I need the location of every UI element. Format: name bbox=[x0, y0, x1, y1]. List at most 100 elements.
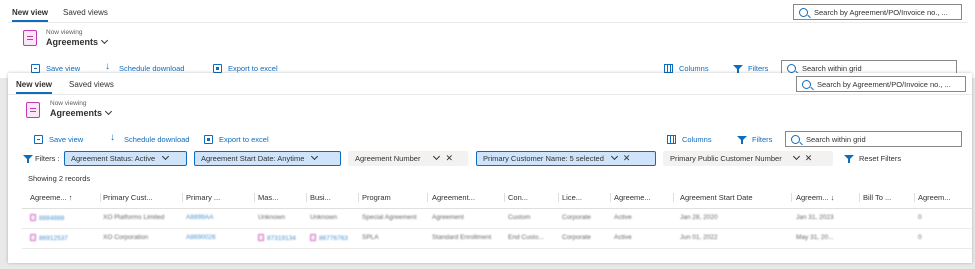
row2-business[interactable]: 86776763 bbox=[310, 234, 358, 242]
filters-label: Filters bbox=[752, 135, 773, 144]
outer-export-excel-button[interactable]: Export to excel bbox=[213, 64, 278, 73]
col-header-agreement-status[interactable]: Agreeme... bbox=[614, 193, 674, 202]
col-header-contract[interactable]: Con... bbox=[508, 193, 559, 202]
filter-pill-primary-public-customer-number[interactable]: Primary Public Customer Number ✕ bbox=[663, 151, 833, 166]
col-header-agreement-type[interactable]: Agreement... bbox=[432, 193, 505, 202]
search-icon bbox=[799, 7, 808, 17]
grid-search[interactable]: Search within grid bbox=[785, 131, 962, 147]
outer-view-selector[interactable]: Agreements bbox=[46, 36, 109, 47]
excel-icon bbox=[213, 64, 222, 73]
col-header-label: Busi... bbox=[310, 193, 331, 202]
outer-global-search-placeholder: Search by Agreement/PO/Invoice no., ... bbox=[814, 7, 948, 17]
outer-schedule-download-button[interactable]: Schedule download bbox=[104, 61, 185, 73]
row2-primary-number[interactable]: A8690026 bbox=[186, 234, 254, 241]
outer-grid-search-placeholder: Search within grid bbox=[802, 63, 862, 73]
outer-global-search[interactable]: Search by Agreement/PO/Invoice no., ... bbox=[793, 4, 962, 20]
close-icon[interactable]: ✕ bbox=[623, 153, 631, 164]
row2-agreement-number[interactable]: 86912537 bbox=[30, 234, 100, 242]
outer-schedule-download-label: Schedule download bbox=[119, 64, 185, 73]
col-header-primary-number[interactable]: Primary ... bbox=[186, 193, 255, 202]
col-header-label: Program bbox=[362, 193, 391, 202]
now-viewing: Now viewing bbox=[50, 100, 87, 107]
row1-extra: 0 bbox=[918, 214, 922, 221]
outer-filters-button[interactable]: Filters bbox=[733, 64, 768, 73]
col-header-business[interactable]: Busi... bbox=[310, 193, 359, 202]
global-search[interactable]: Search by Agreement/PO/Invoice no., ... bbox=[796, 76, 966, 92]
outer-now-viewing: Now viewing bbox=[46, 29, 83, 36]
col-header-label: Agreem... ↓ bbox=[796, 193, 835, 202]
global-search-placeholder: Search by Agreement/PO/Invoice no., ... bbox=[817, 79, 951, 89]
filter-icon bbox=[23, 154, 33, 163]
reset-filter-icon bbox=[844, 154, 854, 163]
outer-tab-new-view[interactable]: New view bbox=[12, 8, 49, 22]
agreements-doc-icon bbox=[23, 30, 37, 46]
columns-icon bbox=[664, 64, 673, 73]
row1-start-date: Jan 28, 2020 bbox=[680, 214, 718, 221]
export-excel-label: Export to excel bbox=[219, 135, 269, 144]
outer-save-view-label: Save view bbox=[46, 64, 81, 73]
filters-button[interactable]: Filters bbox=[737, 135, 772, 144]
col-header-agreement-number[interactable]: Agreeme... ↑ bbox=[30, 193, 101, 202]
filter-pill-agreement-status[interactable]: Agreement Status: Active bbox=[64, 151, 187, 166]
search-icon bbox=[787, 63, 796, 73]
chevron-down-icon bbox=[104, 107, 113, 116]
col-header-label: Agreement Start Date bbox=[680, 193, 753, 202]
col-header-label: Primary ... bbox=[186, 193, 221, 202]
reset-filters-button[interactable]: Reset Filters bbox=[844, 154, 901, 163]
row2-end-date: May 31, 20... bbox=[796, 234, 834, 241]
view-selector[interactable]: Agreements bbox=[50, 107, 113, 118]
col-header-label: Mas... bbox=[258, 193, 279, 202]
columns-button[interactable]: Columns bbox=[667, 135, 712, 144]
row-divider bbox=[22, 228, 972, 229]
outer-tab-saved-views[interactable]: Saved views bbox=[63, 8, 108, 17]
save-icon bbox=[34, 135, 43, 144]
save-icon bbox=[31, 64, 40, 73]
row-divider bbox=[22, 248, 972, 249]
inner-panel: New view Saved views Search by Agreement… bbox=[8, 73, 972, 263]
filters-bar-text: Filters : bbox=[35, 154, 60, 163]
row2-agreement-number-text: 86912537 bbox=[39, 235, 68, 242]
row2-master-text: 87319134 bbox=[267, 235, 296, 242]
export-excel-button[interactable]: Export to excel bbox=[204, 135, 269, 144]
download-icon bbox=[104, 61, 113, 73]
col-header-label: Agreeme... bbox=[614, 193, 651, 202]
outer-columns-button[interactable]: Columns bbox=[664, 64, 709, 73]
header-divider bbox=[22, 208, 972, 209]
tab-new-view[interactable]: New view bbox=[16, 80, 53, 94]
search-icon bbox=[791, 134, 800, 144]
row2-start-date: Jun 01, 2022 bbox=[680, 234, 718, 241]
row2-program: SPLA bbox=[362, 234, 379, 241]
col-header-primary-customer[interactable]: Primary Cust... bbox=[103, 193, 183, 202]
col-header-master[interactable]: Mas... bbox=[258, 193, 307, 202]
chevron-down-icon bbox=[311, 152, 319, 161]
row1-contract: Custom bbox=[508, 214, 531, 221]
outer-save-view-button[interactable]: Save view bbox=[31, 64, 80, 73]
col-header-label: Con... bbox=[508, 193, 529, 202]
row2-master[interactable]: 87319134 bbox=[258, 234, 306, 242]
outer-view-title: Agreements bbox=[46, 37, 99, 47]
row1-primary-number[interactable]: A8899AA bbox=[186, 214, 254, 221]
col-header-agreement-start-date[interactable]: Agreement Start Date bbox=[680, 193, 792, 202]
col-header-bill-to[interactable]: Bill To ... bbox=[863, 193, 915, 202]
columns-label: Columns bbox=[682, 135, 712, 144]
row2-status: Active bbox=[614, 234, 632, 241]
row1-agreement-number[interactable]: 8884888 bbox=[30, 214, 100, 222]
filter-pill-agreement-number[interactable]: Agreement Number ✕ bbox=[348, 151, 468, 166]
chevron-down-icon bbox=[433, 152, 441, 161]
col-header-agreement-end-date[interactable]: Agreem... ↓ bbox=[796, 193, 860, 202]
close-icon[interactable]: ✕ bbox=[445, 153, 453, 164]
filter-pill-agreement-start-date[interactable]: Agreement Start Date: Anytime bbox=[194, 151, 341, 166]
col-header-agreement-extra[interactable]: Agreem... bbox=[918, 193, 970, 202]
columns-icon bbox=[667, 135, 676, 144]
row2-license: Corporate bbox=[562, 234, 591, 241]
col-header-license[interactable]: Lice... bbox=[562, 193, 611, 202]
filter-pill-agreement-start-date-label: Agreement Start Date: Anytime bbox=[201, 154, 305, 163]
col-header-program[interactable]: Program bbox=[362, 193, 428, 202]
close-icon[interactable]: ✕ bbox=[805, 153, 813, 164]
tab-saved-views[interactable]: Saved views bbox=[69, 80, 114, 89]
chevron-down-icon bbox=[100, 36, 109, 45]
outer-divider bbox=[8, 22, 968, 23]
schedule-download-button[interactable]: Schedule download bbox=[109, 132, 189, 144]
filter-pill-primary-customer-name[interactable]: Primary Customer Name: 5 selected ✕ bbox=[476, 151, 656, 166]
save-view-button[interactable]: Save view bbox=[34, 135, 83, 144]
